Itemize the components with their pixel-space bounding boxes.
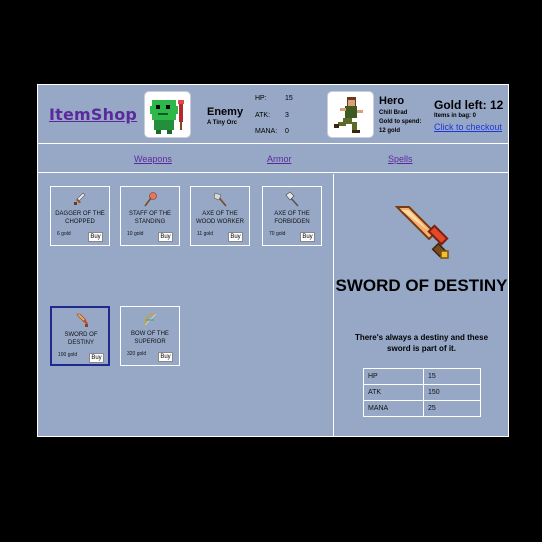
item-price: 70 gold bbox=[269, 231, 286, 237]
item-card[interactable]: DAGGER OF THE CHOPPED 6 gold Buy bbox=[50, 186, 110, 246]
axe-icon bbox=[213, 192, 227, 207]
enemy-mana-value: 0 bbox=[285, 128, 289, 135]
item-name: AXE OF THE WOOD WORKER bbox=[196, 211, 244, 225]
stat-key: ATK bbox=[363, 384, 424, 401]
stats-row: HP 15 bbox=[363, 368, 481, 385]
enemy-atk-value: 3 bbox=[285, 112, 289, 119]
enemy-hp-value: 15 bbox=[285, 95, 293, 102]
enemy-desc: A Tiny Orc bbox=[207, 120, 238, 126]
detail-description: There's always a destiny and these sword… bbox=[354, 333, 489, 353]
buy-button[interactable]: Buy bbox=[228, 232, 243, 242]
battle-axe-icon bbox=[285, 191, 299, 207]
hero-name: Hero bbox=[379, 95, 405, 107]
hero-gold-value: 12 gold bbox=[379, 128, 401, 134]
dagger-icon bbox=[74, 192, 86, 205]
tab-armor[interactable]: Armor bbox=[267, 154, 292, 164]
enemy-atk-label: ATK: bbox=[255, 112, 271, 119]
checkout-link[interactable]: Click to checkout bbox=[434, 122, 502, 132]
shop-header: ItemShop Enemy A Tiny Orc HP: 15 ATK: 3 … bbox=[38, 85, 508, 144]
tab-spells[interactable]: Spells bbox=[388, 154, 413, 164]
item-shop-app: ItemShop Enemy A Tiny Orc HP: 15 ATK: 3 … bbox=[37, 84, 509, 437]
stats-row: ATK 150 bbox=[363, 384, 481, 401]
orc-icon bbox=[150, 100, 184, 134]
tab-weapons[interactable]: Weapons bbox=[134, 154, 172, 164]
item-price: 320 gold bbox=[127, 351, 147, 357]
sword-icon bbox=[76, 313, 88, 327]
stat-key: HP bbox=[363, 368, 424, 385]
item-name: SWORD OF DESTINY bbox=[64, 332, 98, 346]
item-grid: DAGGER OF THE CHOPPED 6 gold Buy STAFF O… bbox=[38, 174, 333, 437]
buy-button[interactable]: Buy bbox=[300, 232, 315, 242]
staff-icon bbox=[144, 192, 157, 207]
detail-title: SWORD OF DESTINY bbox=[335, 276, 508, 295]
hero-gold-label: Gold to spend: bbox=[379, 119, 422, 125]
item-name: BOW OF THE SUPERIOR bbox=[131, 331, 169, 345]
item-price: 10 gold bbox=[127, 231, 144, 237]
buy-button[interactable]: Buy bbox=[158, 232, 173, 242]
items-in-bag: Items in bag: 0 bbox=[434, 113, 477, 119]
enemy-portrait bbox=[144, 91, 191, 138]
sword-icon bbox=[394, 206, 449, 259]
stats-row: MANA 25 bbox=[363, 400, 481, 417]
buy-button[interactable]: Buy bbox=[158, 352, 173, 362]
bow-icon bbox=[144, 313, 157, 326]
item-card[interactable]: BOW OF THE SUPERIOR 320 gold Buy bbox=[120, 306, 180, 366]
item-card[interactable]: STAFF OF THE STANDING 10 gold Buy bbox=[120, 186, 180, 246]
gold-left: Gold left: 12 bbox=[434, 98, 504, 112]
item-name: DAGGER OF THE CHOPPED bbox=[55, 211, 105, 225]
hero-portrait bbox=[327, 91, 374, 138]
item-price: 11 gold bbox=[197, 231, 214, 237]
stat-key: MANA bbox=[363, 400, 424, 417]
category-nav: Weapons Armor Spells bbox=[38, 145, 508, 173]
item-name: STAFF OF THE STANDING bbox=[128, 211, 172, 225]
hero-icon bbox=[334, 97, 363, 133]
stat-value: 25 bbox=[423, 400, 481, 417]
item-card[interactable]: AXE OF THE WOOD WORKER 11 gold Buy bbox=[190, 186, 250, 246]
item-stats-table: HP 15 ATK 150 MANA 25 bbox=[363, 368, 481, 417]
enemy-name: Enemy bbox=[207, 106, 244, 118]
enemy-mana-label: MANA: bbox=[255, 128, 278, 135]
item-price: 100 gold bbox=[58, 352, 78, 358]
buy-button[interactable]: Buy bbox=[88, 232, 103, 242]
hero-desc: Chill Brad bbox=[379, 110, 408, 116]
stat-value: 15 bbox=[423, 368, 481, 385]
buy-button[interactable]: Buy bbox=[89, 353, 104, 363]
item-price: 6 gold bbox=[57, 231, 71, 237]
item-detail-panel: SWORD OF DESTINY There's always a destin… bbox=[333, 174, 508, 437]
logo[interactable]: ItemShop bbox=[49, 105, 137, 124]
item-card[interactable]: AXE OF THE FORBIDDEN 70 gold Buy bbox=[262, 186, 322, 246]
enemy-hp-label: HP: bbox=[255, 95, 267, 102]
item-card-selected[interactable]: SWORD OF DESTINY 100 gold Buy bbox=[50, 306, 110, 366]
item-name: AXE OF THE FORBIDDEN bbox=[274, 211, 310, 225]
stat-value: 150 bbox=[423, 384, 481, 401]
